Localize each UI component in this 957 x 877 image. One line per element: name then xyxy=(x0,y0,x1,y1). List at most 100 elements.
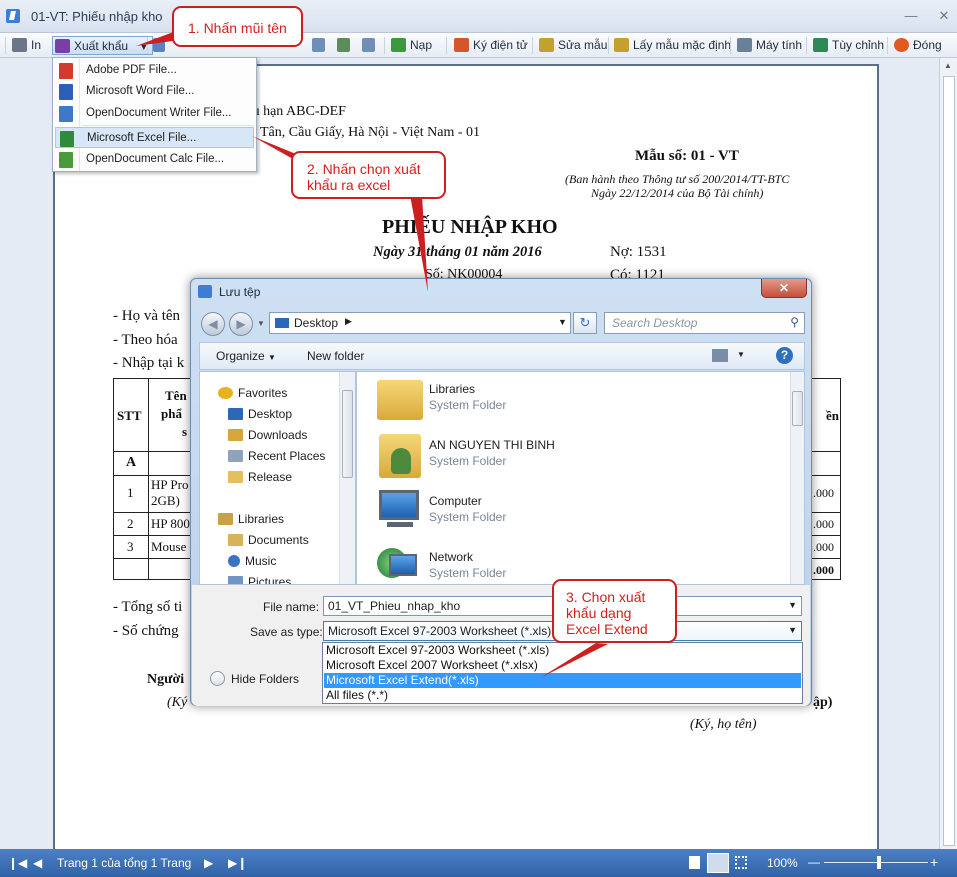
help-icon[interactable]: ? xyxy=(776,347,793,364)
zoom-slider-handle[interactable] xyxy=(877,856,881,869)
view-options-icon[interactable] xyxy=(712,349,728,362)
network-icon xyxy=(389,554,417,576)
organize-button[interactable]: Organize ▼ xyxy=(216,349,276,363)
star-icon xyxy=(218,387,233,399)
nav-downloads[interactable]: Downloads xyxy=(228,428,307,442)
export-button[interactable]: Xuất khẩu ▼ xyxy=(52,36,154,55)
viewer-scrollbar[interactable]: ▲ xyxy=(939,58,957,849)
close-window-icon[interactable]: ✕ xyxy=(935,7,953,25)
history-dropdown-icon[interactable]: ▼ xyxy=(257,319,265,328)
zoom-in-icon[interactable]: + xyxy=(930,854,938,870)
computer-icon xyxy=(379,490,419,520)
hide-folders-button[interactable]: Hide Folders xyxy=(210,671,299,686)
nav-release[interactable]: Release xyxy=(228,470,292,484)
export-odt-item[interactable]: OpenDocument Writer File... xyxy=(55,103,254,124)
esign-button[interactable]: Ký điện tử xyxy=(454,36,528,55)
search-input[interactable]: Search Desktop ⚲ xyxy=(604,312,805,334)
export-menu: Adobe PDF File... Microsoft Word File...… xyxy=(52,57,257,172)
nav-scrollbar[interactable] xyxy=(339,372,355,584)
refresh-icon[interactable]: ↻ xyxy=(573,312,597,334)
forward-icon[interactable]: ▶ xyxy=(229,312,253,336)
next-page-icon[interactable]: ▶ xyxy=(204,856,213,870)
edit-icon-button[interactable] xyxy=(153,36,169,55)
scrollbar-thumb[interactable] xyxy=(943,76,955,846)
pencil-icon xyxy=(539,38,554,52)
reload-icon xyxy=(391,38,406,52)
back-icon[interactable]: ◀ xyxy=(201,312,225,336)
template-icon xyxy=(614,38,629,52)
type-option-xlsx[interactable]: Microsoft Excel 2007 Worksheet (*.xlsx) xyxy=(324,658,801,673)
export-excel-item[interactable]: Microsoft Excel File... xyxy=(55,127,254,148)
status-bar: ❙◀ ◀ Trang 1 của tổng 1 Trang ▶ ▶❙ 100% … xyxy=(0,849,957,877)
nav-libraries[interactable]: Libraries xyxy=(218,512,284,526)
document-date: Ngày 31 tháng 01 năm 2016 xyxy=(373,244,542,260)
page-layout-icon xyxy=(337,38,350,52)
last-page-icon[interactable]: ▶❙ xyxy=(228,856,247,870)
customize-icon xyxy=(813,38,828,52)
print-button[interactable]: In xyxy=(12,36,41,55)
prev-page-icon[interactable]: ◀ xyxy=(33,856,42,870)
importer-label: ập) xyxy=(813,695,833,710)
callout-step-2: 2. Nhấn chọn xuất khẩu ra excel xyxy=(291,151,446,199)
single-page-icon[interactable] xyxy=(689,856,700,869)
line-name: - Họ và tên xyxy=(113,308,181,324)
downloads-folder-icon xyxy=(228,429,243,441)
customize-button[interactable]: Tùy chỉnh xyxy=(813,36,884,55)
two-page-icon[interactable] xyxy=(707,853,729,873)
type-option-excel-extend[interactable]: Microsoft Excel Extend(*.xls) xyxy=(324,673,801,688)
zoom-slider[interactable] xyxy=(824,862,928,863)
calculator-button[interactable]: Máy tính xyxy=(737,36,802,55)
edit-template-button[interactable]: Sửa mẫu xyxy=(539,36,607,55)
dialog-close-button[interactable]: ✕ xyxy=(761,279,807,298)
page-layout-button[interactable] xyxy=(337,36,354,55)
zoom-level: 100% xyxy=(767,856,798,870)
close-report-button[interactable]: Đóng xyxy=(894,36,942,55)
type-option-xls[interactable]: Microsoft Excel 97-2003 Worksheet (*.xls… xyxy=(324,643,801,658)
row-a: A xyxy=(126,455,137,470)
nav-music[interactable]: Music xyxy=(228,554,276,568)
savetype-dropdown-icon[interactable]: ▼ xyxy=(788,625,797,635)
nav-scrollbar-thumb[interactable] xyxy=(342,390,353,478)
company-address: Tân, Cầu Giấy, Hà Nội - Việt Nam - 01 xyxy=(260,125,480,140)
company-name: ưu hạn ABC-DEF xyxy=(245,104,346,119)
desktop-icon xyxy=(228,408,243,420)
address-bar[interactable]: Desktop ▶ ▼ xyxy=(269,312,571,334)
filename-dropdown-icon[interactable]: ▼ xyxy=(788,600,797,610)
minimize-icon[interactable]: — xyxy=(902,7,920,25)
export-pdf-item[interactable]: Adobe PDF File... xyxy=(55,60,254,81)
scroll-up-icon[interactable]: ▲ xyxy=(944,61,952,70)
nav-favorites[interactable]: Favorites xyxy=(218,386,287,400)
signature-icon xyxy=(454,38,469,52)
xls-file-icon xyxy=(60,131,74,147)
multi-page-icon[interactable] xyxy=(735,856,747,869)
floppy-disk-icon xyxy=(55,39,70,53)
nav-pictures[interactable]: Pictures xyxy=(228,575,291,584)
odt-file-icon xyxy=(59,106,73,122)
page-view-button[interactable] xyxy=(312,36,329,55)
search-icon[interactable]: ⚲ xyxy=(790,315,799,329)
file-list-scrollbar[interactable] xyxy=(790,372,804,584)
address-dropdown-icon[interactable]: ▼ xyxy=(558,317,567,327)
user-avatar-icon xyxy=(391,448,411,474)
export-word-item[interactable]: Microsoft Word File... xyxy=(55,81,254,102)
default-template-button[interactable]: Lấy mẫu mặc định xyxy=(614,36,731,55)
nav-documents[interactable]: Documents xyxy=(228,533,309,547)
zoom-out-icon[interactable]: — xyxy=(808,855,820,869)
edit-icon xyxy=(153,38,165,52)
reload-button[interactable]: Nạp xyxy=(391,36,432,55)
music-icon xyxy=(228,555,240,567)
export-ods-item[interactable]: OpenDocument Calc File... xyxy=(55,149,254,170)
page-width-button[interactable] xyxy=(362,36,379,55)
file-list-scrollbar-thumb[interactable] xyxy=(792,391,803,426)
nav-recent-places[interactable]: Recent Places xyxy=(228,449,325,463)
view-dropdown-icon[interactable]: ▼ xyxy=(737,350,745,359)
page-indicator: Trang 1 của tổng 1 Trang xyxy=(57,856,192,870)
nav-desktop[interactable]: Desktop xyxy=(228,407,292,421)
libraries-folder-icon xyxy=(377,380,423,420)
breadcrumb-arrow-icon[interactable]: ▶ xyxy=(345,316,352,327)
new-folder-button[interactable]: New folder xyxy=(307,349,364,363)
window-title-bar: 01-VT: Phiếu nhập kho — ✕ xyxy=(0,0,957,33)
type-option-all-files[interactable]: All files (*.*) xyxy=(324,688,801,703)
pdf-file-icon xyxy=(59,63,73,79)
first-page-icon[interactable]: ❙◀ xyxy=(8,856,27,870)
